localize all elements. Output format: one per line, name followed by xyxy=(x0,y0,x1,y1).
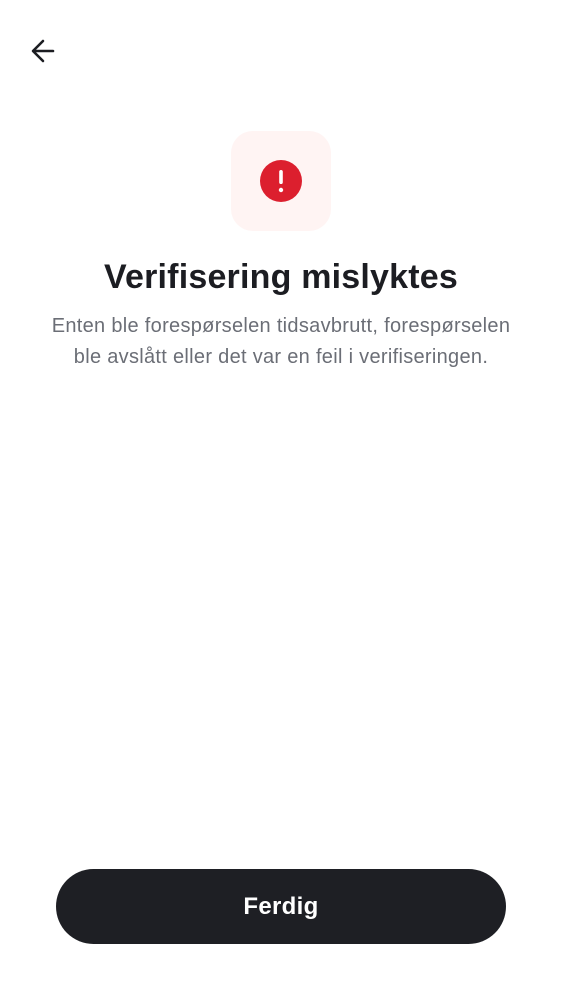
error-description: Enten ble forespørselen tidsavbrutt, for… xyxy=(51,315,511,368)
back-button[interactable] xyxy=(22,30,64,72)
arrow-left-icon xyxy=(29,37,57,65)
page-title: Verifisering mislyktes xyxy=(103,258,459,296)
done-button[interactable]: Ferdig xyxy=(56,869,506,944)
status-tile xyxy=(231,131,331,231)
error-exclamation-icon xyxy=(260,160,302,202)
